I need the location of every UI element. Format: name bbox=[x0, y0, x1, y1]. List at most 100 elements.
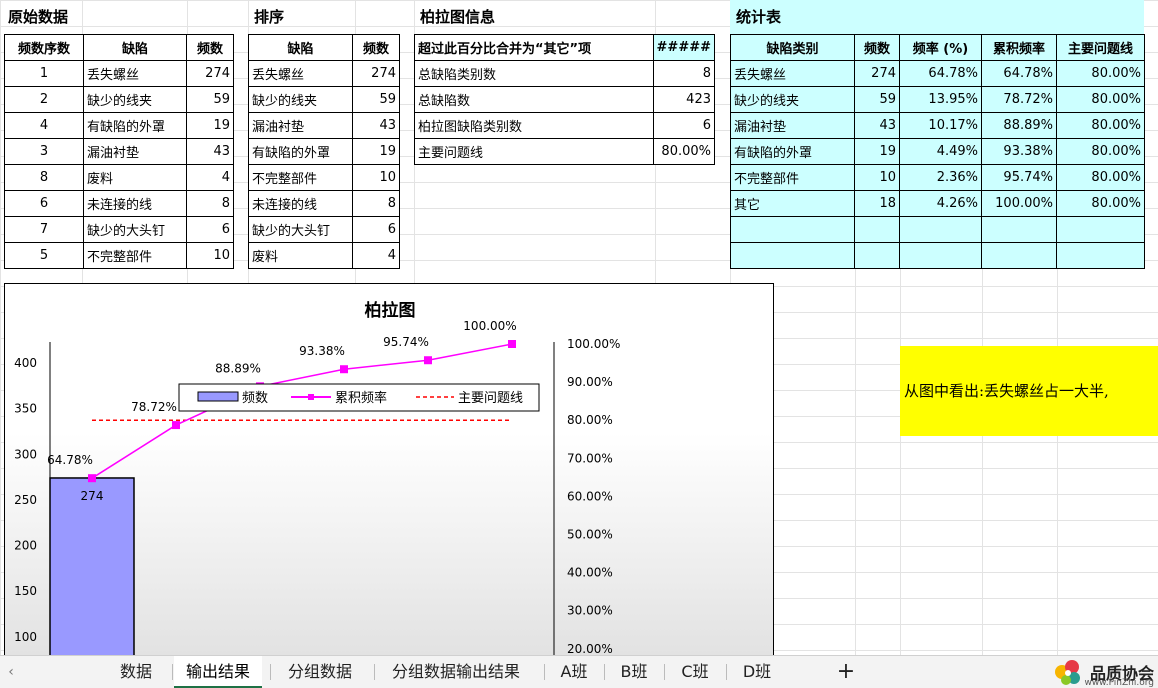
stats-cell-cum[interactable]: 78.72% bbox=[981, 86, 1057, 113]
info-cell-label[interactable]: 总缺陷数 bbox=[414, 86, 654, 113]
raw-cell-count[interactable]: 8 bbox=[186, 190, 234, 217]
stats-cell-category[interactable]: 不完整部件 bbox=[730, 164, 855, 191]
sorted-header-count[interactable]: 频数 bbox=[352, 34, 400, 61]
stats-cell-category[interactable]: 有缺陷的外罩 bbox=[730, 138, 855, 165]
raw-cell-seq[interactable]: 2 bbox=[4, 86, 84, 113]
raw-cell-defect[interactable]: 未连接的线 bbox=[83, 190, 187, 217]
sorted-cell-count[interactable]: 10 bbox=[352, 164, 400, 191]
stats-cell-category[interactable]: 其它 bbox=[730, 190, 855, 217]
stats-cell-line[interactable] bbox=[1056, 242, 1145, 269]
raw-header-seq[interactable]: 频数序数 bbox=[4, 34, 84, 61]
stats-cell-line[interactable] bbox=[1056, 216, 1145, 243]
raw-cell-count[interactable]: 59 bbox=[186, 86, 234, 113]
stats-cell-cum[interactable]: 100.00% bbox=[981, 190, 1057, 217]
info-cell-value[interactable]: ##### bbox=[652, 34, 716, 61]
raw-header-count[interactable]: 频数 bbox=[186, 34, 234, 61]
pareto-chart[interactable]: 柏拉图 50100150200250300350400 10.00%20.00%… bbox=[4, 283, 774, 655]
sorted-cell-defect[interactable]: 缺少的大头钉 bbox=[248, 216, 353, 243]
sorted-cell-count[interactable]: 19 bbox=[352, 138, 400, 165]
sheet-tab[interactable]: B班 bbox=[606, 656, 662, 688]
stats-cell-freq[interactable]: 4.49% bbox=[899, 138, 982, 165]
stats-cell-count[interactable]: 59 bbox=[854, 86, 900, 113]
sorted-cell-defect[interactable]: 有缺陷的外罩 bbox=[248, 138, 353, 165]
info-cell-label[interactable]: 主要问题线 bbox=[414, 138, 654, 165]
pareto-info-title[interactable]: 柏拉图信息 bbox=[420, 2, 495, 28]
stats-cell-line[interactable]: 80.00% bbox=[1056, 60, 1145, 87]
stats-cell-count[interactable]: 10 bbox=[854, 164, 900, 191]
raw-header-defect[interactable]: 缺陷 bbox=[83, 34, 187, 61]
raw-cell-count[interactable]: 6 bbox=[186, 216, 234, 243]
stats-cell-cum[interactable] bbox=[981, 216, 1057, 243]
info-cell-label[interactable]: 超过此百分比合并为“其它”项 bbox=[414, 34, 654, 61]
stats-cell-cum[interactable]: 64.78% bbox=[981, 60, 1057, 87]
raw-cell-defect[interactable]: 不完整部件 bbox=[83, 242, 187, 269]
stats-cell-count[interactable]: 43 bbox=[854, 112, 900, 139]
stats-cell-count[interactable] bbox=[854, 216, 900, 243]
add-sheet-button[interactable]: + bbox=[832, 656, 860, 688]
sheet-tab[interactable]: 分组数据 bbox=[272, 656, 368, 688]
raw-cell-count[interactable]: 19 bbox=[186, 112, 234, 139]
sorted-cell-defect[interactable]: 废料 bbox=[248, 242, 353, 269]
raw-cell-count[interactable]: 43 bbox=[186, 138, 234, 165]
stats-cell-freq[interactable]: 2.36% bbox=[899, 164, 982, 191]
raw-cell-defect[interactable]: 有缺陷的外罩 bbox=[83, 112, 187, 139]
sorted-cell-count[interactable]: 43 bbox=[352, 112, 400, 139]
sorted-header-defect[interactable]: 缺陷 bbox=[248, 34, 353, 61]
raw-cell-defect[interactable]: 缺少的大头钉 bbox=[83, 216, 187, 243]
raw-cell-seq[interactable]: 3 bbox=[4, 138, 84, 165]
raw-cell-defect[interactable]: 丢失螺丝 bbox=[83, 60, 187, 87]
sheet-tab[interactable]: 数据 bbox=[108, 656, 164, 688]
stats-cell-freq[interactable]: 4.26% bbox=[899, 190, 982, 217]
stats-cell-category[interactable] bbox=[730, 216, 855, 243]
raw-cell-seq[interactable]: 8 bbox=[4, 164, 84, 191]
sorted-cell-defect[interactable]: 缺少的线夹 bbox=[248, 86, 353, 113]
stats-header-freq[interactable]: 频率 (%) bbox=[899, 34, 982, 61]
raw-cell-seq[interactable]: 6 bbox=[4, 190, 84, 217]
sheet-tab[interactable]: D班 bbox=[728, 656, 786, 688]
sorted-cell-count[interactable]: 274 bbox=[352, 60, 400, 87]
info-cell-label[interactable]: 总缺陷类别数 bbox=[414, 60, 654, 87]
stats-cell-line[interactable]: 80.00% bbox=[1056, 86, 1145, 113]
stats-cell-cum[interactable] bbox=[981, 242, 1057, 269]
sorted-cell-defect[interactable]: 漏油衬垫 bbox=[248, 112, 353, 139]
raw-cell-seq[interactable]: 1 bbox=[4, 60, 84, 87]
stats-cell-count[interactable]: 18 bbox=[854, 190, 900, 217]
sorted-cell-defect[interactable]: 未连接的线 bbox=[248, 190, 353, 217]
stats-cell-count[interactable] bbox=[854, 242, 900, 269]
stats-cell-count[interactable]: 19 bbox=[854, 138, 900, 165]
stats-cell-line[interactable]: 80.00% bbox=[1056, 138, 1145, 165]
sorted-cell-count[interactable]: 8 bbox=[352, 190, 400, 217]
stats-header-category[interactable]: 缺陷类别 bbox=[730, 34, 855, 61]
raw-cell-defect[interactable]: 缺少的线夹 bbox=[83, 86, 187, 113]
stats-cell-category[interactable]: 漏油衬垫 bbox=[730, 112, 855, 139]
stats-cell-freq[interactable] bbox=[899, 216, 982, 243]
raw-cell-count[interactable]: 4 bbox=[186, 164, 234, 191]
info-cell-value[interactable]: 80.00% bbox=[652, 138, 716, 165]
raw-cell-count[interactable]: 274 bbox=[186, 60, 234, 87]
stats-header-cum[interactable]: 累积频率 bbox=[981, 34, 1057, 61]
stats-cell-count[interactable]: 274 bbox=[854, 60, 900, 87]
raw-cell-seq[interactable]: 7 bbox=[4, 216, 84, 243]
sorted-cell-defect[interactable]: 丢失螺丝 bbox=[248, 60, 353, 87]
info-cell-value[interactable]: 8 bbox=[652, 60, 716, 87]
stats-cell-freq[interactable]: 13.95% bbox=[899, 86, 982, 113]
stats-header-count[interactable]: 频数 bbox=[854, 34, 900, 61]
sorted-cell-defect[interactable]: 不完整部件 bbox=[248, 164, 353, 191]
scroll-left-icon[interactable]: ‹ bbox=[0, 656, 22, 688]
stats-cell-freq[interactable]: 10.17% bbox=[899, 112, 982, 139]
stats-cell-freq[interactable]: 64.78% bbox=[899, 60, 982, 87]
raw-cell-count[interactable]: 10 bbox=[186, 242, 234, 269]
chart-legend[interactable]: 频数 累积频率 主要问题线 bbox=[178, 383, 540, 412]
sorted-cell-count[interactable]: 4 bbox=[352, 242, 400, 269]
stats-title[interactable]: 统计表 bbox=[736, 2, 781, 28]
stats-cell-line[interactable]: 80.00% bbox=[1056, 190, 1145, 217]
stats-cell-cum[interactable]: 93.38% bbox=[981, 138, 1057, 165]
stats-cell-category[interactable] bbox=[730, 242, 855, 269]
stats-cell-line[interactable]: 80.00% bbox=[1056, 164, 1145, 191]
stats-cell-cum[interactable]: 95.74% bbox=[981, 164, 1057, 191]
info-cell-label[interactable]: 柏拉图缺陷类别数 bbox=[414, 112, 654, 139]
sorted-cell-count[interactable]: 6 bbox=[352, 216, 400, 243]
raw-cell-defect[interactable]: 废料 bbox=[83, 164, 187, 191]
sorted-cell-count[interactable]: 59 bbox=[352, 86, 400, 113]
info-cell-value[interactable]: 423 bbox=[652, 86, 716, 113]
